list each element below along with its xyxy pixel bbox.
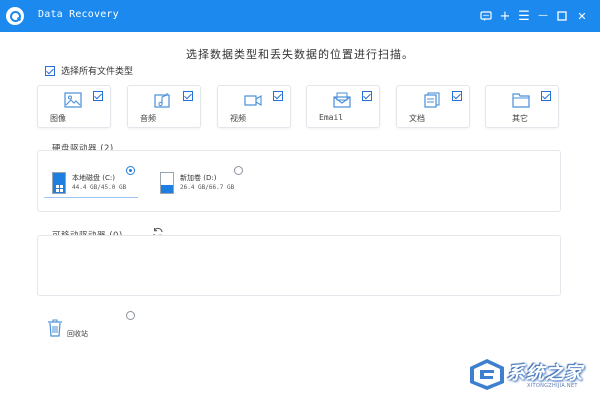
drive-c-icon <box>52 172 66 194</box>
watermark-url: XITONGZHIJIA.NET <box>527 383 578 389</box>
email-icon <box>333 92 351 108</box>
image-checkbox[interactable] <box>93 91 103 101</box>
image-label: 图像 <box>50 114 66 123</box>
app-logo-icon <box>6 7 24 25</box>
audio-icon <box>154 93 170 108</box>
title-bar: Data Recovery + ☰ — ✕ <box>0 0 600 32</box>
video-checkbox[interactable] <box>273 91 283 101</box>
drive-d-icon <box>160 172 174 194</box>
windows-logo-icon <box>56 185 63 192</box>
close-icon[interactable]: ✕ <box>573 7 591 25</box>
drive-d[interactable]: 新加卷 (D:) 26.4 GB/66.7 GB <box>160 172 250 196</box>
watermark-text: 系统之家 <box>507 363 583 384</box>
image-icon <box>64 92 82 108</box>
drive-c[interactable]: 本地磁盘 (C:) 44.4 GB/45.0 GB <box>52 172 142 196</box>
video-label: 视频 <box>230 114 246 123</box>
select-all-label: 选择所有文件类型 <box>61 67 134 77</box>
select-all-checkbox[interactable] <box>45 65 55 76</box>
document-label: 文档 <box>409 114 425 123</box>
watermark-logo-icon <box>470 359 504 390</box>
drive-d-name: 新加卷 (D:) <box>180 174 217 182</box>
removable-drives-panel <box>37 235 561 296</box>
watermark: 系统之家 XITONGZHIJIA.NET <box>467 355 597 393</box>
drive-c-selection-underline <box>44 197 138 198</box>
file-type-audio[interactable]: 音频 <box>127 85 201 128</box>
email-checkbox[interactable] <box>362 91 372 101</box>
email-label: Email <box>319 113 344 122</box>
audio-checkbox[interactable] <box>183 91 193 101</box>
file-type-other[interactable]: 其它 <box>485 85 559 128</box>
folder-icon <box>512 93 530 108</box>
file-type-video[interactable]: 视频 <box>217 85 291 128</box>
feedback-icon[interactable] <box>477 7 495 25</box>
minimize-icon[interactable]: — <box>534 7 552 25</box>
file-type-image[interactable]: 图像 <box>37 85 111 128</box>
file-type-document[interactable]: 文档 <box>396 85 470 128</box>
plus-icon[interactable]: + <box>496 7 514 25</box>
window-title: Data Recovery <box>38 9 119 20</box>
scan-instruction: 选择数据类型和丢失数据的位置进行扫描。 <box>186 48 414 61</box>
drive-c-radio[interactable] <box>126 166 135 175</box>
video-icon <box>244 95 262 106</box>
recycle-bin-radio[interactable] <box>126 311 135 320</box>
recycle-bin-icon[interactable] <box>47 319 63 337</box>
other-label: 其它 <box>512 114 528 123</box>
menu-icon[interactable]: ☰ <box>515 7 533 25</box>
drive-d-size: 26.4 GB/66.7 GB <box>180 184 235 191</box>
drive-c-name: 本地磁盘 (C:) <box>72 174 115 182</box>
file-type-email[interactable]: Email <box>306 85 380 128</box>
maximize-icon[interactable] <box>553 7 571 25</box>
document-checkbox[interactable] <box>452 91 462 101</box>
audio-label: 音频 <box>140 114 156 123</box>
select-all-file-types[interactable]: 选择所有文件类型 <box>45 64 133 77</box>
drive-c-size: 44.4 GB/45.0 GB <box>72 184 127 191</box>
drive-d-radio[interactable] <box>234 166 243 175</box>
recycle-bin-label: 回收站 <box>67 330 88 338</box>
document-icon <box>424 92 440 108</box>
other-checkbox[interactable] <box>541 91 551 101</box>
